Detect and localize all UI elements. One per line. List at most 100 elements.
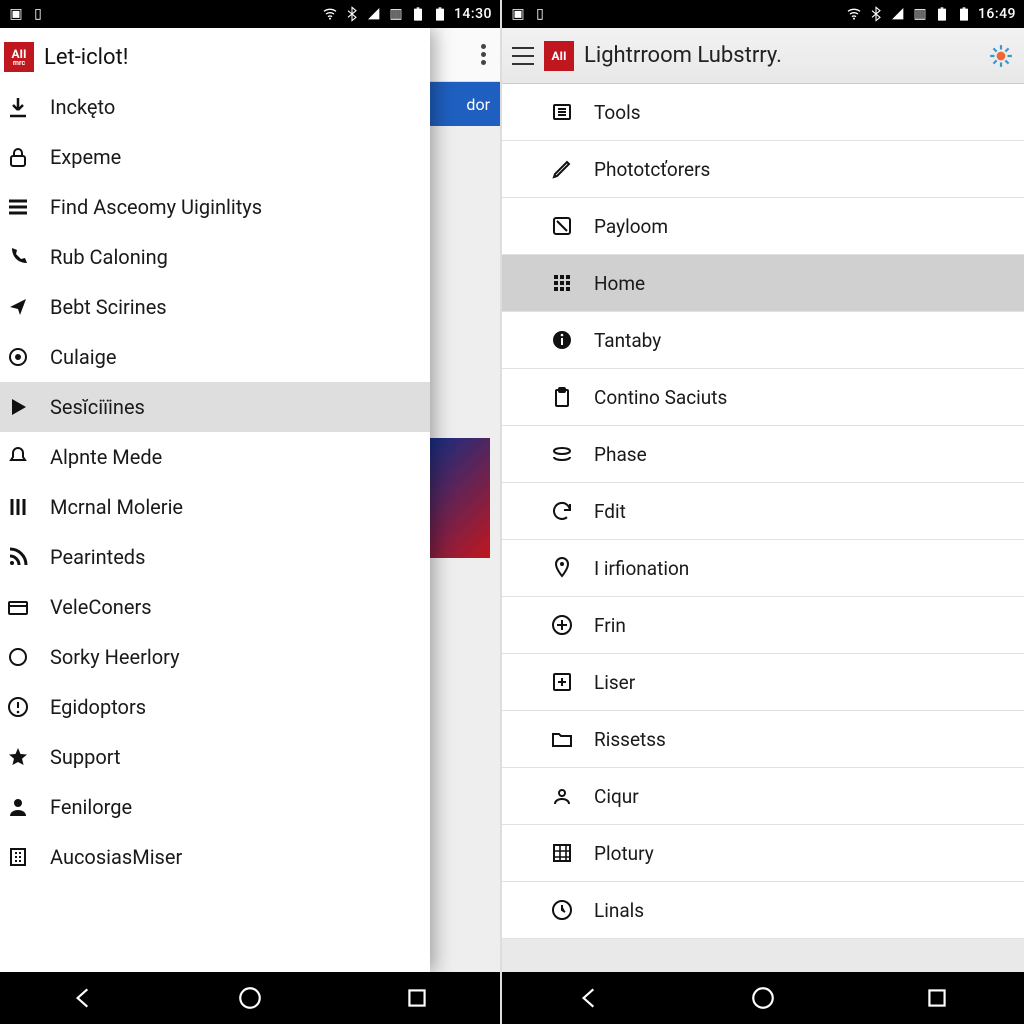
left-menu-item-4[interactable]: Bebt Scirines xyxy=(0,282,430,332)
recents-button[interactable] xyxy=(402,983,432,1013)
brand-logo: AII xyxy=(544,41,574,71)
menu-item-label: Inckęto xyxy=(50,95,115,119)
menu-item-label: Bebt Scirines xyxy=(50,295,167,319)
menu-item-label: Mcrnal Molerie xyxy=(50,495,183,519)
home-button[interactable] xyxy=(235,983,265,1013)
cast-icon: ▣ xyxy=(8,6,24,22)
back-button[interactable] xyxy=(68,983,98,1013)
nav-drawer: AIImrc Let-iclot! InckętoExpemeFind Asce… xyxy=(0,28,430,972)
menu-item-label: Linals xyxy=(594,899,644,922)
blue-bar-label: dor xyxy=(466,95,490,114)
menu-item-label: Rissetss xyxy=(594,728,666,751)
home-button[interactable] xyxy=(748,983,778,1013)
app-header: AII Lightrroom Lubstrry. xyxy=(502,28,1024,84)
menu-item-label: AucosiasMiser xyxy=(50,845,182,869)
list-icon xyxy=(548,98,576,126)
right-menu-item-5[interactable]: Contino Saciuts xyxy=(502,369,1024,426)
left-menu-item-3[interactable]: Rub Caloning xyxy=(0,232,430,282)
menu-item-label: Phase xyxy=(594,443,647,466)
battery2-icon xyxy=(432,6,448,22)
right-menu-item-3[interactable]: Home xyxy=(502,255,1024,312)
right-menu-item-1[interactable]: Phototcťorers xyxy=(502,141,1024,198)
menu-item-label: Phototcťorers xyxy=(594,158,710,181)
alert-icon xyxy=(4,693,32,721)
battery2-icon xyxy=(956,6,972,22)
cell-icon xyxy=(890,6,906,22)
columns-icon xyxy=(4,493,32,521)
overflow-menu-icon[interactable] xyxy=(481,44,486,65)
clock-text: 16:49 xyxy=(978,6,1016,22)
building-icon xyxy=(4,843,32,871)
left-menu-item-1[interactable]: Expeme xyxy=(0,132,430,182)
battery-icon xyxy=(410,6,426,22)
left-menu-item-6[interactable]: Sesĭciïines xyxy=(0,382,430,432)
menu-item-label: Find Asceomy Uiginlitys xyxy=(50,195,262,219)
left-menu-item-11[interactable]: Sorky Heerlory xyxy=(0,632,430,682)
grid-icon xyxy=(548,269,576,297)
right-menu-item-12[interactable]: Ciqur xyxy=(502,768,1024,825)
left-menu-item-9[interactable]: Pearinteds xyxy=(0,532,430,582)
right-menu-item-10[interactable]: Liser xyxy=(502,654,1024,711)
person-icon xyxy=(4,793,32,821)
right-menu-item-11[interactable]: Rissetss xyxy=(502,711,1024,768)
menu-item-label: Plotury xyxy=(594,842,654,865)
add-box-icon xyxy=(548,668,576,696)
bluetooth-icon xyxy=(868,6,884,22)
left-menu-item-5[interactable]: Culaige xyxy=(0,332,430,382)
left-menu-item-10[interactable]: VeleConers xyxy=(0,582,430,632)
left-menu-item-13[interactable]: Support xyxy=(0,732,430,782)
android-nav-bar xyxy=(502,972,1024,1024)
table-icon xyxy=(548,839,576,867)
right-menu-item-14[interactable]: Linals xyxy=(502,882,1024,939)
left-menu-item-8[interactable]: Mcrnal Molerie xyxy=(0,482,430,532)
right-menu-item-6[interactable]: Phase xyxy=(502,426,1024,483)
bluetooth-icon xyxy=(344,6,360,22)
menu-item-label: I irfionation xyxy=(594,557,689,580)
pencil-icon xyxy=(548,155,576,183)
menu-list: Tools Phototcťorers Payloom Home Tantaby Cont… xyxy=(502,84,1024,939)
left-menu-item-12[interactable]: Egidoptors xyxy=(0,682,430,732)
left-menu-item-7[interactable]: Alpnte Mede xyxy=(0,432,430,482)
right-menu-item-2[interactable]: Payloom xyxy=(502,198,1024,255)
status-bar: ▣ ▯ ▥ 16:49 xyxy=(502,0,1024,28)
left-menu-item-15[interactable]: AucosiasMiser xyxy=(0,832,430,882)
folder-icon xyxy=(548,725,576,753)
lines-icon xyxy=(4,193,32,221)
sim-icon: ▯ xyxy=(30,6,46,22)
app-title: Lightrroom Lubstrry. xyxy=(584,43,978,68)
left-menu-item-2[interactable]: Find Asceomy Uiginlitys xyxy=(0,182,430,232)
recents-button[interactable] xyxy=(922,983,952,1013)
share-icon xyxy=(4,293,32,321)
menu-item-label: Frin xyxy=(594,614,626,637)
back-button[interactable] xyxy=(574,983,604,1013)
left-menu-item-0[interactable]: Inckęto xyxy=(0,82,430,132)
menu-item-label: Alpnte Mede xyxy=(50,445,162,469)
right-menu-item-13[interactable]: Plotury xyxy=(502,825,1024,882)
menu-item-label: Fenilorge xyxy=(50,795,132,819)
right-menu-item-0[interactable]: Tools xyxy=(502,84,1024,141)
right-menu-item-9[interactable]: Frin xyxy=(502,597,1024,654)
nfc-icon: ▥ xyxy=(912,6,928,22)
bell-icon xyxy=(4,443,32,471)
download-icon xyxy=(4,93,32,121)
menu-item-label: Contino Saciuts xyxy=(594,386,727,409)
rss-icon xyxy=(4,543,32,571)
menu-item-label: Home xyxy=(594,272,645,295)
info-icon xyxy=(548,326,576,354)
card-icon xyxy=(4,593,32,621)
menu-item-label: Expeme xyxy=(50,145,121,169)
clock-icon xyxy=(548,896,576,924)
right-menu-item-8[interactable]: I irfionation xyxy=(502,540,1024,597)
menu-item-label: Culaige xyxy=(50,345,116,369)
right-menu-item-4[interactable]: Tantaby xyxy=(502,312,1024,369)
left-menu-item-14[interactable]: Fenilorge xyxy=(0,782,430,832)
sparkle-icon[interactable] xyxy=(988,43,1014,69)
menu-item-label: Support xyxy=(50,745,121,769)
menu-button[interactable] xyxy=(512,47,534,65)
menu-item-label: Fdit xyxy=(594,500,626,523)
right-menu-item-7[interactable]: Fdit xyxy=(502,483,1024,540)
refresh-icon xyxy=(548,497,576,525)
brand-logo: AIImrc xyxy=(4,42,34,72)
phone-left: ▣ ▯ ▥ 14:30 dor AIImrc Let-iclot! Inc xyxy=(0,0,502,1024)
phone-right: ▣ ▯ ▥ 16:49 AII Lightrroom Lubstrry. Too… xyxy=(502,0,1024,1024)
